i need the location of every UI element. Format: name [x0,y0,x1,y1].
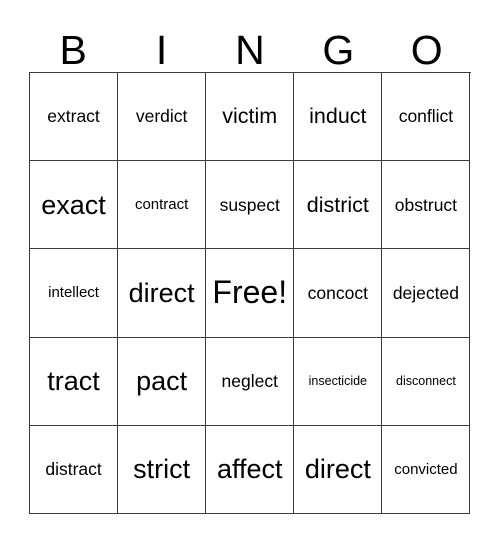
bingo-cell-label: exact [41,189,106,220]
bingo-cell[interactable]: affect [206,425,295,515]
bingo-cell[interactable]: insecticide [294,337,383,426]
bingo-cell[interactable]: verdict [118,73,207,162]
bingo-cell[interactable]: obstruct [382,161,471,250]
bingo-cell[interactable]: strict [118,425,207,515]
bingo-cell[interactable]: extract [30,73,119,162]
bingo-cell-label: pact [136,366,188,397]
bingo-cell-label: verdict [135,106,188,127]
bingo-cell[interactable]: intellect [30,249,119,338]
bingo-cell-label: distract [45,459,102,480]
bingo-cell-label: concoct [307,282,368,303]
bingo-row: intellect direct Free! concoct dejected [30,249,471,338]
bingo-grid: extract verdict victim induct conflict e… [29,72,471,515]
bingo-cell[interactable]: distract [30,425,119,515]
bingo-cell[interactable]: direct [294,425,383,515]
bingo-cell-label: insecticide [308,373,368,388]
bingo-cell-label: direct [128,277,195,308]
bingo-cell[interactable]: neglect [206,337,295,426]
bingo-cell[interactable]: conflict [382,73,471,162]
bingo-cell[interactable]: victim [206,73,295,162]
bingo-header-letter-n: N [235,27,265,73]
bingo-cell-label: victim [222,104,278,129]
bingo-cell-label: strict [133,454,191,485]
bingo-cell-free-space[interactable]: Free! [206,249,295,338]
bingo-row: distract strict affect direct convicted [30,425,471,515]
bingo-header-letter-o: O [410,27,443,73]
bingo-cell-label: contract [134,195,189,213]
bingo-header-letter-b: B [59,27,87,73]
bingo-header-row: B I N G O [29,12,471,72]
bingo-cell-label: tract [47,366,100,397]
bingo-cell[interactable]: disconnect [382,337,471,426]
bingo-cell-label: direct [304,454,371,485]
bingo-cell[interactable]: induct [294,73,383,162]
bingo-header-letter-i: I [155,27,168,73]
bingo-cell[interactable]: pact [118,337,207,426]
bingo-cell-label: convicted [394,460,458,478]
bingo-header-letter-g: G [322,27,355,73]
bingo-cell[interactable]: concoct [294,249,383,338]
bingo-row: exact contract suspect district obstruct [30,161,471,250]
bingo-cell[interactable]: direct [118,249,207,338]
bingo-cell-label: extract [47,106,100,127]
bingo-cell[interactable]: contract [118,161,207,250]
bingo-cell-label: intellect [48,284,99,302]
bingo-cell[interactable]: tract [30,337,119,426]
bingo-cell-label: suspect [219,194,280,215]
bingo-cell-label: dejected [392,282,459,303]
bingo-cell[interactable]: exact [30,161,119,250]
bingo-cell-label: conflict [398,106,454,127]
bingo-cell[interactable]: convicted [382,425,471,515]
bingo-cell[interactable]: suspect [206,161,295,250]
bingo-cell[interactable]: district [294,161,383,250]
bingo-cell-label: obstruct [394,194,458,215]
bingo-cell-label: district [306,192,369,217]
bingo-cell-label: disconnect [396,373,456,388]
bingo-cell-label: induct [309,104,367,129]
bingo-cell-label: affect [216,454,283,485]
bingo-cell-label: neglect [221,371,278,392]
bingo-free-space-label: Free! [212,274,288,311]
bingo-cell[interactable]: dejected [382,249,471,338]
bingo-row: extract verdict victim induct conflict [30,73,471,162]
bingo-card: B I N G O extract verdict victim induct … [29,12,471,515]
bingo-row: tract pact neglect insecticide disconnec… [30,337,471,426]
